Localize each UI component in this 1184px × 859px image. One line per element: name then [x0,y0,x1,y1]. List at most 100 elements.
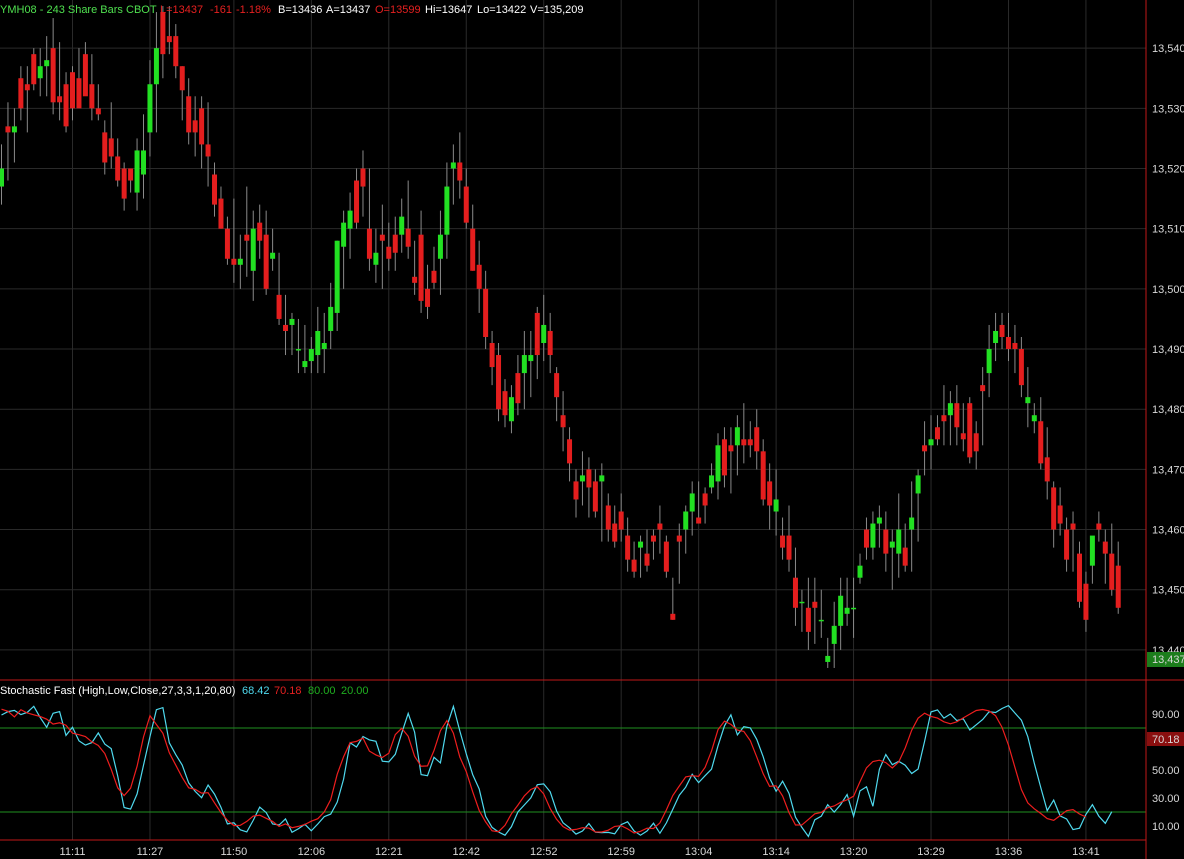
candle-body [57,96,63,103]
candle-down [792,547,798,626]
low-label: Lo=13422 [477,4,526,16]
candle-body [444,186,450,235]
candle-up [947,391,953,446]
candle-down [676,523,682,584]
candle-down [586,457,592,518]
overbought-label: 80.00 [308,685,336,697]
candle-body [315,330,321,356]
candle-down [263,210,269,295]
candle-body [470,228,476,271]
candle-body [554,373,560,398]
candle-body [263,234,269,289]
candle-up [683,505,689,554]
candle-body [573,481,579,500]
candle-down [379,204,385,289]
stoch-tick-label: 30.00 [1152,793,1180,805]
ask-label: A=13437 [326,4,370,16]
candle-down [650,529,656,560]
candle-body [373,252,379,265]
candle-down [1102,529,1108,584]
candle-body [915,475,921,494]
exchange-label: CBOT [126,4,157,16]
candle-down [1057,487,1063,536]
candle-body [1057,505,1063,524]
candle-body [399,216,405,235]
candle-down [489,330,495,386]
candle-body [386,246,392,259]
candle-down [89,54,95,121]
candle-down [812,577,818,644]
candle-body [618,511,624,530]
time-tick-label: 12:59 [607,846,635,858]
change-label: -161 [210,4,232,16]
candle-body [276,294,282,319]
time-axis[interactable]: 11:11 11:27 11:50 12:06 12:21 12:42 12:52 12:59… [60,846,1100,858]
candle-down [560,391,566,452]
candle-down [1083,571,1089,632]
candle-body [50,48,56,103]
candle-up [373,228,379,283]
candle-up [134,138,140,211]
candle-body [760,451,766,500]
price-axis[interactable]: 13,44013,45013,46013,47013,48013,49013,5… [1152,43,1184,657]
candle-down [1070,511,1076,572]
candle-body [437,234,443,259]
candle-body [153,48,159,85]
candle-body [1096,523,1102,530]
time-tick-label: 13:29 [917,846,945,858]
candle-body [831,625,837,644]
candle-down [967,397,973,464]
candle-body [844,607,850,614]
candle-body [625,535,631,560]
candle-body [767,481,773,506]
candle-body [612,523,618,542]
candle-body [1109,553,1115,590]
candle-down [199,96,205,169]
candle-body [586,469,592,488]
candle-up [450,144,456,205]
candle-down [95,84,101,121]
candle-down [941,385,947,446]
candle-body [870,523,876,548]
time-tick-label: 13:36 [995,846,1023,858]
candle-down [63,72,69,133]
candle-body [993,330,999,344]
change-pct-label: -1.18% [236,4,271,16]
candle-body [37,66,43,79]
candle-down [470,204,476,271]
candle-down [392,216,398,271]
candle-down [618,493,624,542]
candle-body [650,535,656,542]
time-tick-label: 11:11 [60,846,86,858]
candle-body [702,493,708,506]
candle-up [986,324,992,398]
candle-down [554,367,560,422]
candle-up [709,463,715,494]
candle-down [457,132,463,199]
candle-body [218,198,224,229]
candle-body [70,72,76,109]
candle-body [922,445,928,452]
candle-body [825,655,831,662]
candle-body [179,66,185,91]
grid [0,0,1146,840]
candle-up [44,36,50,97]
candle-down [702,487,708,524]
candle-down [934,415,940,446]
candle-up [915,469,921,542]
candle-body [947,403,953,416]
candle-down [547,312,553,374]
candle-up [444,162,450,259]
candle-up [909,481,915,572]
candle-body [108,138,114,157]
price-tick-label: 13,510 [1152,224,1184,236]
candle-down [805,577,811,650]
candle-body [689,493,695,512]
candle-body [683,511,689,530]
candle-body [289,318,295,325]
candle-body [1070,523,1076,530]
stochastic-axis[interactable]: 10.0030.0050.0070.0090.00 [1152,709,1180,833]
stoch-tick-label: 50.00 [1152,765,1180,777]
candle-down [76,48,82,109]
candle-up [0,144,4,205]
